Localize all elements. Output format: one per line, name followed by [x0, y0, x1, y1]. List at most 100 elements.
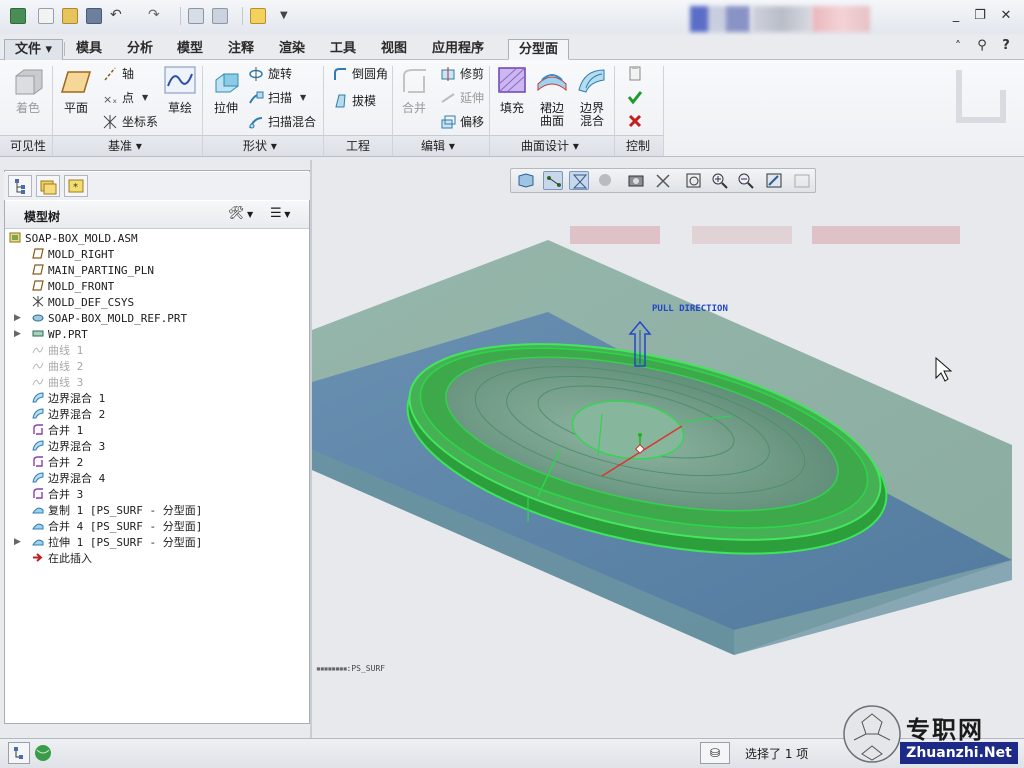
sketch-button[interactable]: 草绘 [162, 66, 198, 115]
tree-settings-icon[interactable]: 🛠 ▼ [228, 206, 258, 224]
model-3d-view[interactable] [312, 160, 1024, 736]
plane-button[interactable]: 平面 [58, 66, 94, 115]
tab-analysis[interactable]: 分析 [117, 39, 163, 60]
refit-icon[interactable] [684, 171, 704, 190]
group-surfaces-label[interactable]: 曲面设计 ▾ [521, 137, 579, 154]
redo-icon[interactable]: ↷ [148, 8, 164, 24]
graphics-window[interactable] [312, 160, 1024, 736]
tree-item[interactable]: WP.PRT [32, 327, 88, 343]
boundary-blend-label-2: 混合 [579, 114, 604, 128]
display-style-icon[interactable] [596, 171, 616, 190]
group-shapes-label[interactable]: 形状 ▾ [243, 137, 277, 154]
view-manager-icon[interactable] [626, 171, 646, 190]
close-icon[interactable]: ✕ [998, 8, 1014, 24]
trim-button[interactable]: 修剪 [440, 65, 484, 82]
tree-item[interactable]: 合并 4 [PS_SURF - 分型面] [32, 519, 202, 535]
search-icon[interactable]: ⚲ [974, 38, 990, 54]
csys-button[interactable]: 坐标系 [102, 113, 158, 130]
toggle-navigator-icon[interactable] [8, 742, 30, 764]
shade-button[interactable]: 着色 [8, 66, 48, 115]
tree-item[interactable]: 边界混合 4 [32, 471, 105, 487]
help-icon[interactable]: ? [998, 38, 1014, 54]
axis-button[interactable]: 轴 [102, 65, 134, 82]
toolbar-divider [180, 7, 181, 25]
new-file-icon[interactable] [38, 8, 54, 24]
model-tree-tab-icon[interactable] [8, 175, 32, 197]
tree-item[interactable]: 在此插入 [32, 551, 92, 567]
tab-mold[interactable]: 模具 [66, 39, 112, 60]
tree-item[interactable]: 曲线 2 [32, 359, 83, 375]
tab-applications[interactable]: 应用程序 [422, 39, 494, 60]
zoom-in-icon[interactable] [710, 171, 730, 190]
repaint-icon[interactable] [764, 171, 784, 190]
saved-orientations-icon[interactable] [516, 171, 536, 190]
regenerate-icon[interactable] [188, 8, 204, 24]
open-folder-icon[interactable] [62, 8, 78, 24]
undo-icon[interactable]: ↶ [110, 8, 126, 24]
draft-button[interactable]: 拔模 [332, 92, 376, 109]
point-dropdown-icon[interactable]: ▼ [142, 93, 148, 102]
tree-item[interactable]: 复制 1 [PS_SURF - 分型面] [32, 503, 202, 519]
group-datum-text: 基准 [108, 139, 133, 153]
tree-item[interactable]: MOLD_FRONT [32, 279, 114, 295]
group-datum-label[interactable]: 基准 ▾ [108, 137, 142, 154]
group-editing-label[interactable]: 编辑 ▾ [421, 137, 455, 154]
windows-icon[interactable] [212, 8, 228, 24]
expand-arrow-icon[interactable]: ▶ [14, 537, 21, 547]
tree-item[interactable]: 合并 3 [32, 487, 83, 503]
tree-item[interactable]: 边界混合 3 [32, 439, 105, 455]
tree-item[interactable]: 合并 1 [32, 423, 83, 439]
tab-model[interactable]: 模型 [167, 39, 213, 60]
tree-item[interactable]: 曲线 3 [32, 375, 83, 391]
close-window-icon[interactable] [250, 8, 266, 24]
datum-display-icon[interactable] [543, 171, 563, 190]
properties-button[interactable] [627, 65, 647, 81]
expand-arrow-icon[interactable]: ▶ [14, 329, 21, 339]
cancel-button[interactable] [627, 113, 647, 129]
sweep-button[interactable]: 扫描 ▼ [248, 89, 306, 106]
skirt-surface-button[interactable]: 裙边 曲面 [534, 66, 570, 128]
tree-item[interactable]: MAIN_PARTING_PLN [32, 263, 154, 279]
tab-parting-surface[interactable]: 分型面 [508, 39, 570, 60]
browser-icon[interactable] [32, 742, 54, 764]
tab-render[interactable]: 渲染 [269, 39, 315, 60]
ok-button[interactable] [627, 89, 647, 105]
tree-item[interactable]: 拉伸 1 [PS_SURF - 分型面] [32, 535, 202, 551]
offset-button[interactable]: 偏移 [440, 113, 484, 130]
selection-filter-icon[interactable]: ⛁ [700, 742, 730, 764]
tree-columns-icon[interactable]: ☰ ▼ [270, 206, 304, 224]
expand-arrow-icon[interactable]: ▶ [14, 313, 21, 323]
tree-item[interactable]: 合并 2 [32, 455, 83, 471]
tab-annotate[interactable]: 注释 [218, 39, 264, 60]
tab-tools[interactable]: 工具 [320, 39, 366, 60]
tree-item[interactable]: SOAP-BOX_MOLD_REF.PRT [32, 311, 187, 327]
tree-item[interactable]: 边界混合 2 [32, 407, 105, 423]
tab-view[interactable]: 视图 [371, 39, 417, 60]
swept-blend-button[interactable]: 扫描混合 [248, 113, 316, 130]
tab-file[interactable]: 文件 ▾ [4, 39, 64, 60]
tree-item[interactable]: MOLD_DEF_CSYS [32, 295, 134, 311]
ref-part-icon [32, 312, 48, 325]
customize-toolbar-icon[interactable]: ▼ [280, 8, 296, 24]
minimize-icon[interactable]: _ [948, 8, 964, 24]
save-icon[interactable] [86, 8, 102, 24]
folder-browser-tab-icon[interactable] [36, 175, 60, 197]
restore-icon[interactable]: ❐ [972, 8, 988, 24]
extrude-button[interactable]: 拉伸 [208, 66, 244, 115]
tree-item[interactable]: 边界混合 1 [32, 391, 105, 407]
fill-button[interactable]: 填充 [496, 66, 528, 115]
point-button[interactable]: ×ₓ 点 ▼ [102, 89, 148, 106]
watermark-brand-url: Zhuanzhi.Net [900, 742, 1018, 764]
collapse-ribbon-icon[interactable]: ˄ [950, 38, 966, 54]
zoom-out-icon[interactable] [736, 171, 756, 190]
tree-item[interactable]: MOLD_RIGHT [32, 247, 114, 263]
revolve-button[interactable]: 旋转 [248, 65, 292, 82]
boundary-blend-button[interactable]: 边界 混合 [574, 66, 610, 128]
annotation-display-icon[interactable] [654, 171, 674, 190]
tree-item[interactable]: SOAP-BOX_MOLD.ASM [9, 231, 138, 247]
favorites-tab-icon[interactable]: * [64, 175, 88, 197]
tree-item[interactable]: 曲线 1 [32, 343, 83, 359]
round-button[interactable]: 倒圆角 [332, 65, 388, 82]
sweep-dropdown-icon[interactable]: ▼ [300, 93, 306, 102]
spin-center-icon[interactable] [569, 171, 589, 190]
